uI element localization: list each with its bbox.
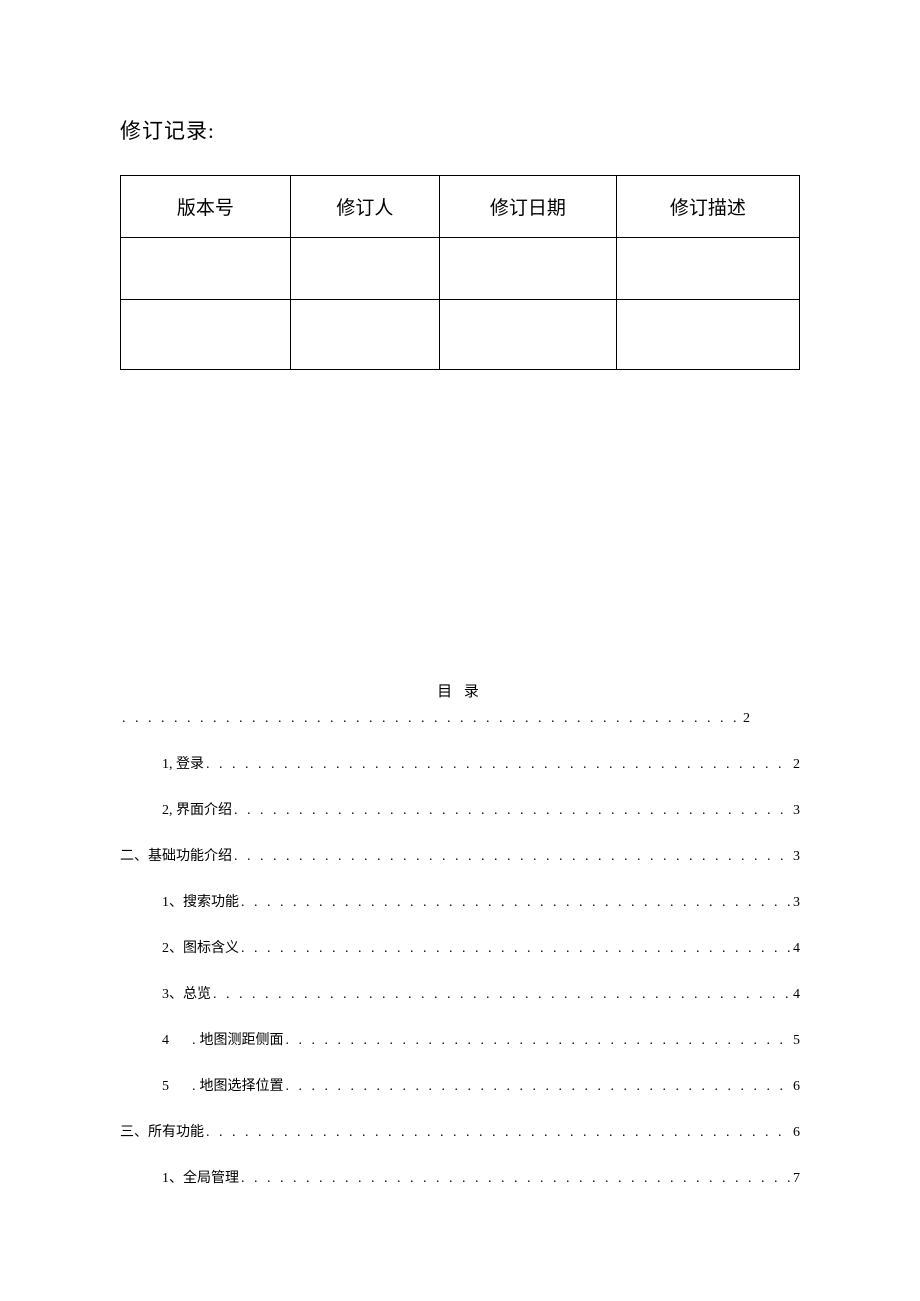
toc-leader-dots (213, 987, 791, 1003)
toc-section-label: 三、所有功能 (120, 1121, 204, 1141)
table-of-contents: 2 1,登录 2 2,界面介绍 3 二、基础功能介绍 3 1、搜索功能 3 2、… (120, 711, 800, 1187)
toc-leader-dots (234, 803, 791, 819)
toc-item-label: 1、全局管理 (162, 1167, 239, 1187)
toc-entry: 1、全局管理 7 (162, 1167, 800, 1187)
cell-empty (616, 238, 799, 300)
cell-empty (616, 300, 799, 370)
toc-leader-dots (241, 941, 791, 957)
toc-item-label: 4.地图测距侧面 (162, 1029, 284, 1049)
toc-leader-dots (286, 1079, 792, 1095)
toc-item-label: 1,登录 (162, 753, 204, 773)
toc-entry: 3、总览 4 (162, 983, 800, 1003)
toc-leader-dots (241, 1171, 791, 1187)
toc-entry: 1,登录 2 (162, 753, 800, 773)
toc-leader-dots (286, 1033, 792, 1049)
cell-empty (290, 238, 439, 300)
cell-empty (121, 238, 291, 300)
toc-entry: 2,界面介绍 3 (162, 799, 800, 819)
revision-record-title: 修订记录: (120, 115, 800, 145)
toc-page-number: 6 (793, 1125, 800, 1141)
table-header-row: 版本号 修订人 修订日期 修订描述 (121, 176, 800, 238)
toc-leader-dots (206, 1125, 791, 1141)
toc-leader-dots (241, 895, 791, 911)
toc-page-number: 4 (793, 987, 800, 1003)
toc-page-number: 4 (793, 941, 800, 957)
toc-entry: 4.地图测距侧面 5 (162, 1029, 800, 1049)
toc-item-label: 5.地图选择位置 (162, 1075, 284, 1095)
table-row (121, 238, 800, 300)
table-row (121, 300, 800, 370)
toc-entry: 2 (120, 711, 800, 727)
toc-section-label: 二、基础功能介绍 (120, 845, 232, 865)
cell-empty (440, 238, 617, 300)
toc-title: 目 录 (120, 680, 800, 701)
toc-item-label: 2、图标含义 (162, 937, 239, 957)
toc-page-number: 3 (793, 849, 800, 865)
toc-leader-dots (122, 711, 741, 727)
toc-entry: 1、搜索功能 3 (162, 891, 800, 911)
revision-table: 版本号 修订人 修订日期 修订描述 (120, 175, 800, 370)
cell-empty (121, 300, 291, 370)
toc-page-number: 3 (793, 895, 800, 911)
toc-item-label: 3、总览 (162, 983, 211, 1003)
toc-entry: 2、图标含义 4 (162, 937, 800, 957)
toc-entry: 5.地图选择位置 6 (162, 1075, 800, 1095)
col-editor: 修订人 (290, 176, 439, 238)
toc-page-number: 7 (793, 1171, 800, 1187)
toc-item-label: 1、搜索功能 (162, 891, 239, 911)
toc-leader-dots (234, 849, 791, 865)
cell-empty (440, 300, 617, 370)
document-page: 修订记录: 版本号 修订人 修订日期 修订描述 (0, 0, 920, 1187)
toc-item-label: 2,界面介绍 (162, 799, 232, 819)
toc-page-number: 6 (793, 1079, 800, 1095)
toc-page-number: 5 (793, 1033, 800, 1049)
toc-entry: 二、基础功能介绍 3 (120, 845, 800, 865)
toc-page-number: 3 (793, 803, 800, 819)
col-version: 版本号 (121, 176, 291, 238)
toc-page-number: 2 (793, 757, 800, 773)
toc-entry: 三、所有功能 6 (120, 1121, 800, 1141)
col-date: 修订日期 (440, 176, 617, 238)
col-description: 修订描述 (616, 176, 799, 238)
toc-leader-dots (206, 757, 791, 773)
cell-empty (290, 300, 439, 370)
toc-page-number: 2 (743, 711, 750, 727)
